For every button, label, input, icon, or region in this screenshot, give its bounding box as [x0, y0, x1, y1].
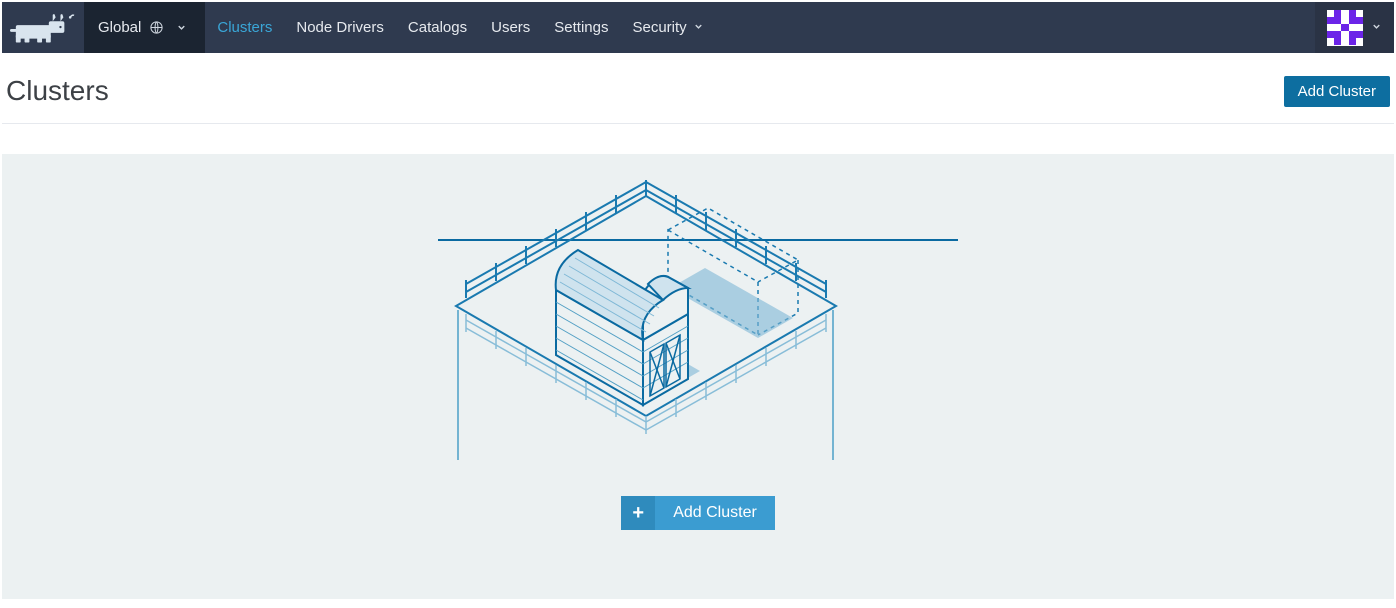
add-cluster-cta-button[interactable]: Add Cluster — [655, 496, 775, 530]
empty-state-cta: + Add Cluster — [621, 496, 775, 530]
chevron-down-icon — [176, 22, 187, 33]
scope-selector[interactable]: Global — [84, 2, 205, 53]
rancher-cow-icon — [10, 11, 76, 45]
nav-label: Catalogs — [408, 19, 467, 36]
top-nav: Global Clusters Node Drivers Catalogs Us… — [2, 2, 1394, 53]
primary-nav: Clusters Node Drivers Catalogs Users Set… — [205, 2, 715, 53]
nav-label: Clusters — [217, 19, 272, 36]
nav-settings[interactable]: Settings — [542, 2, 620, 53]
globe-icon — [149, 20, 164, 35]
brand-logo[interactable] — [2, 2, 84, 53]
user-menu[interactable] — [1315, 2, 1394, 53]
user-avatar-icon — [1327, 10, 1363, 46]
add-cluster-button[interactable]: Add Cluster — [1284, 76, 1390, 107]
plus-icon[interactable]: + — [621, 496, 655, 530]
chevron-down-icon — [693, 19, 704, 36]
scope-label: Global — [98, 19, 141, 36]
nav-label: Users — [491, 19, 530, 36]
nav-users[interactable]: Users — [479, 2, 542, 53]
nav-label: Settings — [554, 19, 608, 36]
page-header: Clusters Add Cluster — [2, 53, 1394, 124]
empty-state-illustration — [438, 180, 958, 460]
page-title: Clusters — [6, 75, 109, 107]
nav-label: Node Drivers — [296, 19, 384, 36]
nav-catalogs[interactable]: Catalogs — [396, 2, 479, 53]
nav-clusters[interactable]: Clusters — [205, 2, 284, 53]
nav-security[interactable]: Security — [620, 2, 715, 53]
nav-label: Security — [632, 19, 686, 36]
empty-state: + Add Cluster — [2, 154, 1394, 599]
nav-node-drivers[interactable]: Node Drivers — [284, 2, 396, 53]
chevron-down-icon — [1371, 19, 1382, 37]
